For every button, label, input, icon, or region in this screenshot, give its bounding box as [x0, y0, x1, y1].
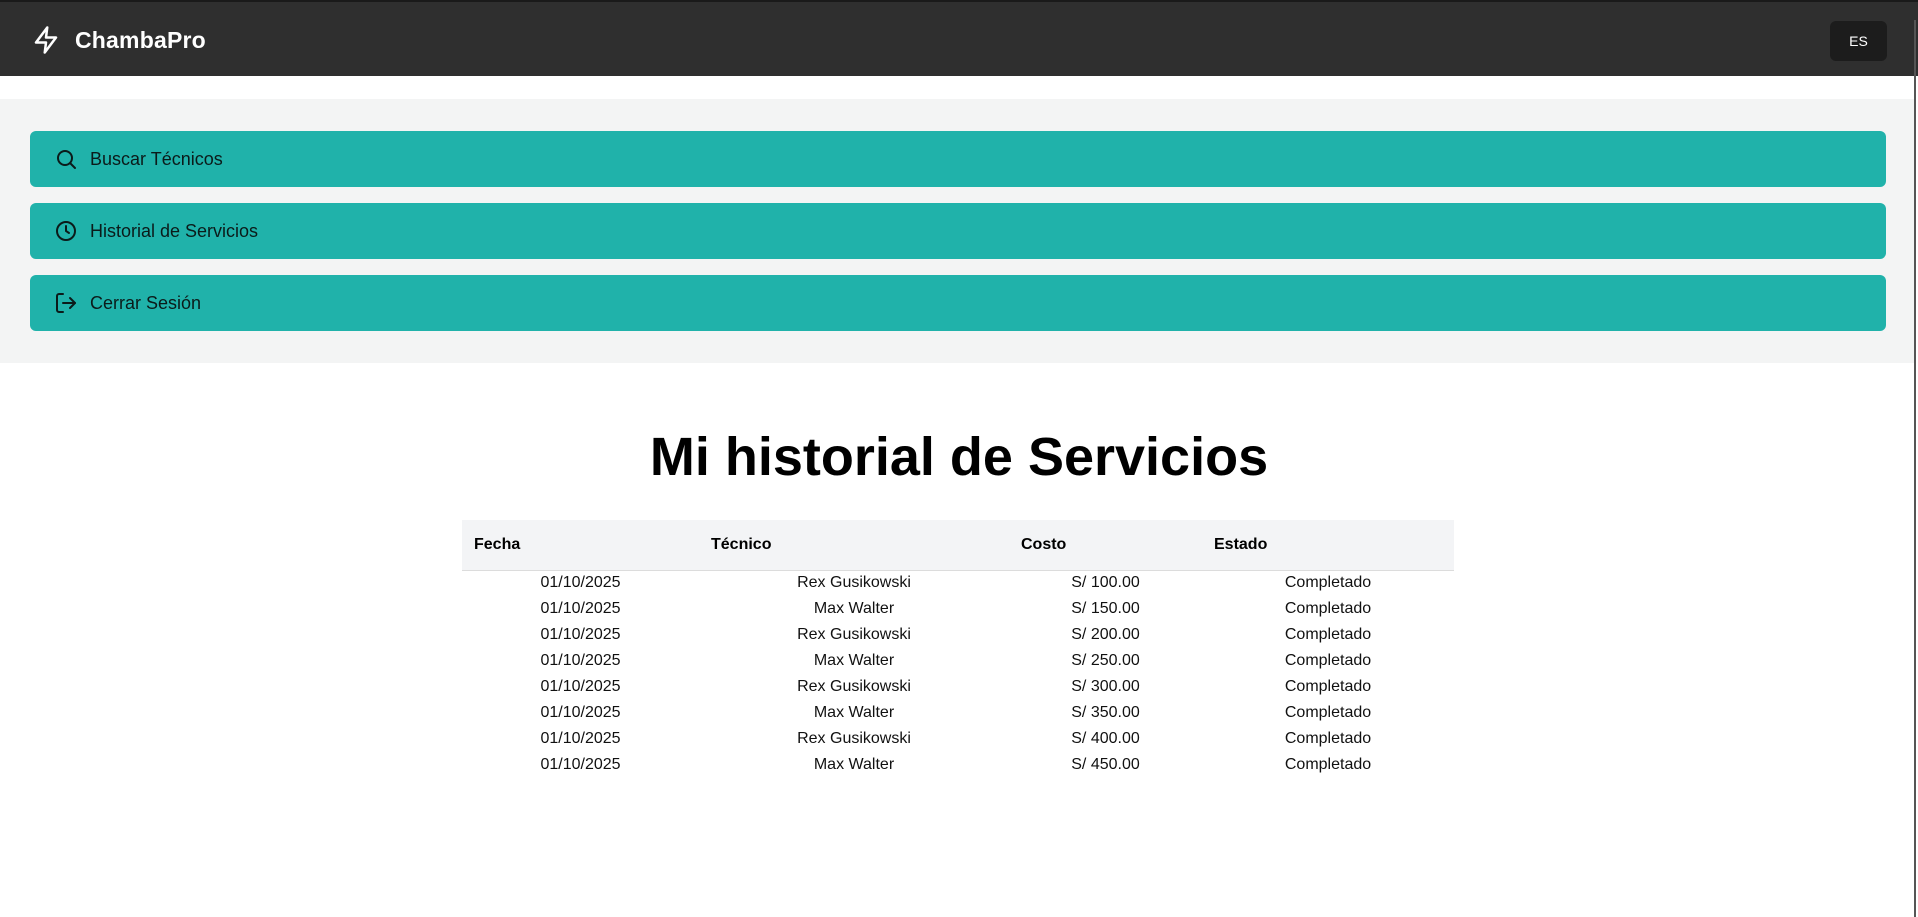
logout-icon: [56, 293, 76, 313]
table-row: 01/10/2025 Rex Gusikowski S/ 200.00 Comp…: [462, 622, 1454, 648]
cell-tecnico: Max Walter: [813, 704, 895, 721]
cell-tecnico: Rex Gusikowski: [797, 574, 911, 592]
cell-costo: S/ 150.00: [1071, 600, 1140, 617]
cell-tecnico: Rex Gusikowski: [797, 730, 911, 747]
table-row: 01/10/2025 Rex Gusikowski S/ 300.00 Comp…: [462, 674, 1454, 700]
cell-costo: S/ 100.00: [1071, 574, 1140, 592]
header-tecnico: Técnico: [699, 520, 1009, 571]
table-row: 01/10/2025 Max Walter S/ 350.00 Completa…: [462, 700, 1454, 726]
cell-fecha: 01/10/2025: [540, 678, 621, 695]
nav-label: Historial de Servicios: [90, 220, 259, 241]
page-title: Mi historial de Servicios: [649, 427, 1269, 487]
cell-estado: Completado: [1284, 678, 1372, 695]
cell-tecnico: Rex Gusikowski: [797, 678, 911, 695]
table-row: 01/10/2025 Max Walter S/ 250.00 Completa…: [462, 648, 1454, 674]
cell-fecha: 01/10/2025: [540, 730, 621, 747]
nav-menu: Buscar Técnicos Historial de Servicios C…: [0, 99, 1914, 363]
cell-fecha: 01/10/2025: [540, 574, 621, 592]
clock-icon: [56, 221, 76, 241]
nav-buscar-tecnicos-button[interactable]: Buscar Técnicos: [30, 131, 1886, 187]
brand-name: ChambaPro: [75, 26, 206, 53]
cell-tecnico: Max Walter: [813, 652, 895, 669]
top-navbar: ChambaPro ES: [0, 0, 1918, 76]
header-fecha: Fecha: [462, 520, 699, 571]
nav-historial-servicios-button[interactable]: Historial de Servicios: [30, 203, 1886, 259]
cell-costo: S/ 400.00: [1071, 730, 1140, 747]
nav-label: Cerrar Sesión: [90, 292, 202, 313]
service-history-table: Fecha Técnico Costo Estado 01/10/2025 Re…: [462, 520, 1454, 778]
cell-estado: Completado: [1284, 574, 1372, 592]
table-row: 01/10/2025 Rex Gusikowski S/ 400.00 Comp…: [462, 726, 1454, 752]
lightning-icon: [34, 26, 58, 54]
cell-costo: S/ 250.00: [1071, 652, 1140, 669]
cell-tecnico: Max Walter: [813, 756, 895, 773]
cell-tecnico: Max Walter: [813, 600, 895, 617]
cell-costo: S/ 450.00: [1071, 756, 1140, 773]
cell-fecha: 01/10/2025: [540, 626, 621, 643]
nav-label: Buscar Técnicos: [90, 148, 223, 169]
table-row: 01/10/2025 Max Walter S/ 150.00 Completa…: [462, 596, 1454, 622]
cell-tecnico: Rex Gusikowski: [797, 626, 911, 643]
cell-fecha: 01/10/2025: [540, 600, 621, 617]
cell-fecha: 01/10/2025: [540, 756, 621, 773]
cell-estado: Completado: [1284, 704, 1372, 721]
cell-fecha: 01/10/2025: [540, 652, 621, 669]
cell-estado: Completado: [1284, 756, 1372, 773]
cell-fecha: 01/10/2025: [540, 704, 621, 721]
nav-cerrar-sesion-button[interactable]: Cerrar Sesión: [30, 275, 1886, 331]
table-row: 01/10/2025 Max Walter S/ 450.00 Completa…: [462, 752, 1454, 778]
language-button[interactable]: ES: [1830, 21, 1887, 61]
cell-estado: Completado: [1284, 626, 1372, 643]
cell-estado: Completado: [1284, 730, 1372, 747]
cell-estado: Completado: [1284, 600, 1372, 617]
cell-costo: S/ 300.00: [1071, 678, 1140, 695]
cell-costo: S/ 350.00: [1071, 704, 1140, 721]
header-costo: Costo: [1009, 520, 1202, 571]
cell-costo: S/ 200.00: [1071, 626, 1140, 643]
search-icon: [57, 150, 76, 169]
cell-estado: Completado: [1284, 652, 1372, 669]
table-header-row: Fecha Técnico Costo Estado: [462, 520, 1454, 571]
header-estado: Estado: [1202, 520, 1454, 571]
table-row: 01/10/2025 Rex Gusikowski S/ 100.00 Comp…: [462, 570, 1454, 596]
brand[interactable]: ChambaPro: [31, 25, 206, 55]
